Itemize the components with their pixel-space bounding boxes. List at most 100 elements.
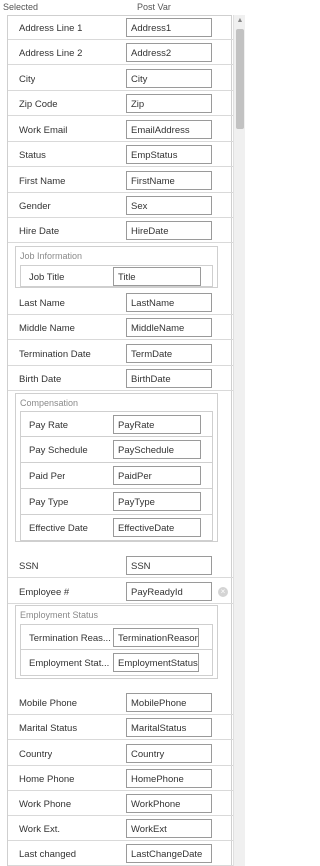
employment-status-group: Employment Status Termination Reas... Te… bbox=[15, 605, 218, 679]
field-label: Address Line 2 bbox=[19, 48, 83, 59]
postvar-input[interactable]: WorkPhone bbox=[126, 794, 212, 813]
mapping-row: Gender Sex bbox=[8, 193, 233, 218]
mapping-row: Work Ext. WorkExt bbox=[8, 816, 233, 841]
postvar-input[interactable]: Country bbox=[126, 744, 212, 763]
postvar-input[interactable]: HomePhone bbox=[126, 769, 212, 788]
postvar-input[interactable]: Sex bbox=[126, 196, 212, 215]
scroll-thumb[interactable] bbox=[236, 29, 244, 129]
group-row: Paid Per PaidPer bbox=[20, 463, 213, 489]
mapping-row: SSN SSN bbox=[8, 553, 233, 578]
selected-column-header: Selected bbox=[3, 2, 39, 12]
group-row: Pay Schedule PaySchedule bbox=[20, 437, 213, 463]
postvar-input[interactable]: EmpStatus bbox=[126, 145, 212, 164]
mapping-row: Employee # PayReadyId bbox=[8, 579, 233, 604]
vertical-scrollbar[interactable]: ▲ bbox=[233, 15, 245, 866]
postvar-input[interactable]: PayReadyId bbox=[126, 582, 212, 601]
field-label: Marital Status bbox=[19, 723, 78, 734]
group-row: Pay Rate PayRate bbox=[20, 411, 213, 437]
field-label: Middle Name bbox=[19, 323, 75, 334]
group-row: Job Title Title bbox=[20, 265, 213, 287]
postvar-input[interactable]: MiddleName bbox=[126, 318, 212, 337]
field-label: Country bbox=[19, 749, 53, 760]
postvar-input[interactable]: SSN bbox=[126, 556, 212, 575]
mapping-row: Address Line 1 Address1 bbox=[8, 15, 233, 40]
field-label: Work Email bbox=[19, 125, 68, 136]
mapping-row: Marital Status MaritalStatus bbox=[8, 715, 233, 740]
postvar-input[interactable]: EmploymentStatus bbox=[113, 653, 199, 672]
mapping-row: Zip Code Zip bbox=[8, 91, 233, 116]
field-label: Last Name bbox=[19, 298, 65, 309]
mapping-row: Address Line 2 Address2 bbox=[8, 40, 233, 65]
field-label: Work Phone bbox=[19, 799, 72, 810]
field-label: Employee # bbox=[19, 587, 70, 598]
field-label: Paid Per bbox=[29, 471, 66, 482]
field-label: Effective Date bbox=[29, 523, 88, 534]
postvar-input[interactable]: LastName bbox=[126, 293, 212, 312]
postvar-input[interactable]: PaySchedule bbox=[113, 440, 201, 459]
postvar-input[interactable]: MaritalStatus bbox=[126, 718, 212, 737]
mapping-row: First Name FirstName bbox=[8, 168, 233, 193]
postvar-input[interactable]: PaidPer bbox=[113, 466, 201, 485]
mapping-row: Status EmpStatus bbox=[8, 142, 233, 167]
column-header: Selected Post Var bbox=[0, 0, 246, 16]
mapping-row: Middle Name MiddleName bbox=[8, 315, 233, 340]
field-label: Status bbox=[19, 150, 46, 161]
postvar-input[interactable]: EmailAddress bbox=[126, 120, 212, 139]
scroll-up-arrow-icon[interactable]: ▲ bbox=[234, 15, 246, 27]
field-label: Pay Rate bbox=[29, 420, 69, 431]
postvar-input[interactable]: LastChangeDate bbox=[126, 844, 212, 863]
clear-icon[interactable]: × bbox=[218, 587, 228, 597]
field-label: Pay Type bbox=[29, 497, 69, 508]
postvar-input[interactable]: EffectiveDate bbox=[113, 518, 201, 537]
group-title: Compensation bbox=[20, 398, 79, 408]
compensation-group: Compensation Pay Rate PayRate Pay Schedu… bbox=[15, 393, 218, 542]
postvar-input[interactable]: Title bbox=[113, 267, 201, 286]
postvar-input[interactable]: HireDate bbox=[126, 221, 212, 240]
postvar-input[interactable]: Address1 bbox=[126, 18, 212, 37]
postvar-input[interactable]: Zip bbox=[126, 94, 212, 113]
mapping-row: Birth Date BirthDate bbox=[8, 366, 233, 391]
field-label: Home Phone bbox=[19, 774, 75, 785]
group-row: Pay Type PayType bbox=[20, 489, 213, 515]
postvar-input[interactable]: BirthDate bbox=[126, 369, 212, 388]
group-row: Effective Date EffectiveDate bbox=[20, 515, 213, 541]
postvar-input[interactable]: PayRate bbox=[113, 415, 201, 434]
postvar-input[interactable]: WorkExt bbox=[126, 819, 212, 838]
mapping-row: Last Name LastName bbox=[8, 290, 233, 315]
postvar-input[interactable]: TermDate bbox=[126, 344, 212, 363]
postvar-input[interactable]: FirstName bbox=[126, 171, 212, 190]
mapping-row: Mobile Phone MobilePhone bbox=[8, 690, 233, 715]
mapping-row: Termination Date TermDate bbox=[8, 341, 233, 366]
field-label: SSN bbox=[19, 561, 39, 572]
field-label: Termination Reas... bbox=[29, 633, 111, 644]
field-label: First Name bbox=[19, 176, 66, 187]
postvar-column-header: Post Var bbox=[137, 2, 171, 12]
field-label: Termination Date bbox=[19, 349, 91, 360]
mapping-row: Hire Date HireDate bbox=[8, 218, 233, 243]
field-label: Birth Date bbox=[19, 374, 62, 385]
field-label: Employment Stat... bbox=[29, 658, 110, 669]
mapping-row: City City bbox=[8, 66, 233, 91]
postvar-input[interactable]: MobilePhone bbox=[126, 693, 212, 712]
field-label: Gender bbox=[19, 201, 51, 212]
field-label: Mobile Phone bbox=[19, 698, 78, 709]
group-row: Employment Stat... EmploymentStatus bbox=[20, 650, 213, 676]
mapping-row: Last changed LastChangeDate bbox=[8, 841, 233, 866]
postvar-input[interactable]: Address2 bbox=[126, 43, 212, 62]
field-label: Pay Schedule bbox=[29, 445, 88, 456]
mapping-row: Work Email EmailAddress bbox=[8, 117, 233, 142]
group-row: Termination Reas... TerminationReason bbox=[20, 624, 213, 650]
mapping-row: Country Country bbox=[8, 741, 233, 766]
group-title: Job Information bbox=[20, 251, 83, 261]
field-label: Address Line 1 bbox=[19, 23, 83, 34]
field-label: Job Title bbox=[29, 272, 65, 283]
postvar-input[interactable]: TerminationReason bbox=[113, 628, 199, 647]
field-label: Last changed bbox=[19, 849, 77, 860]
field-label: City bbox=[19, 74, 36, 85]
postvar-input[interactable]: PayType bbox=[113, 492, 201, 511]
mapping-row: Home Phone HomePhone bbox=[8, 766, 233, 791]
mapping-row: Work Phone WorkPhone bbox=[8, 791, 233, 816]
field-label: Zip Code bbox=[19, 99, 58, 110]
postvar-input[interactable]: City bbox=[126, 69, 212, 88]
job-information-group: Job Information Job Title Title bbox=[15, 246, 218, 288]
